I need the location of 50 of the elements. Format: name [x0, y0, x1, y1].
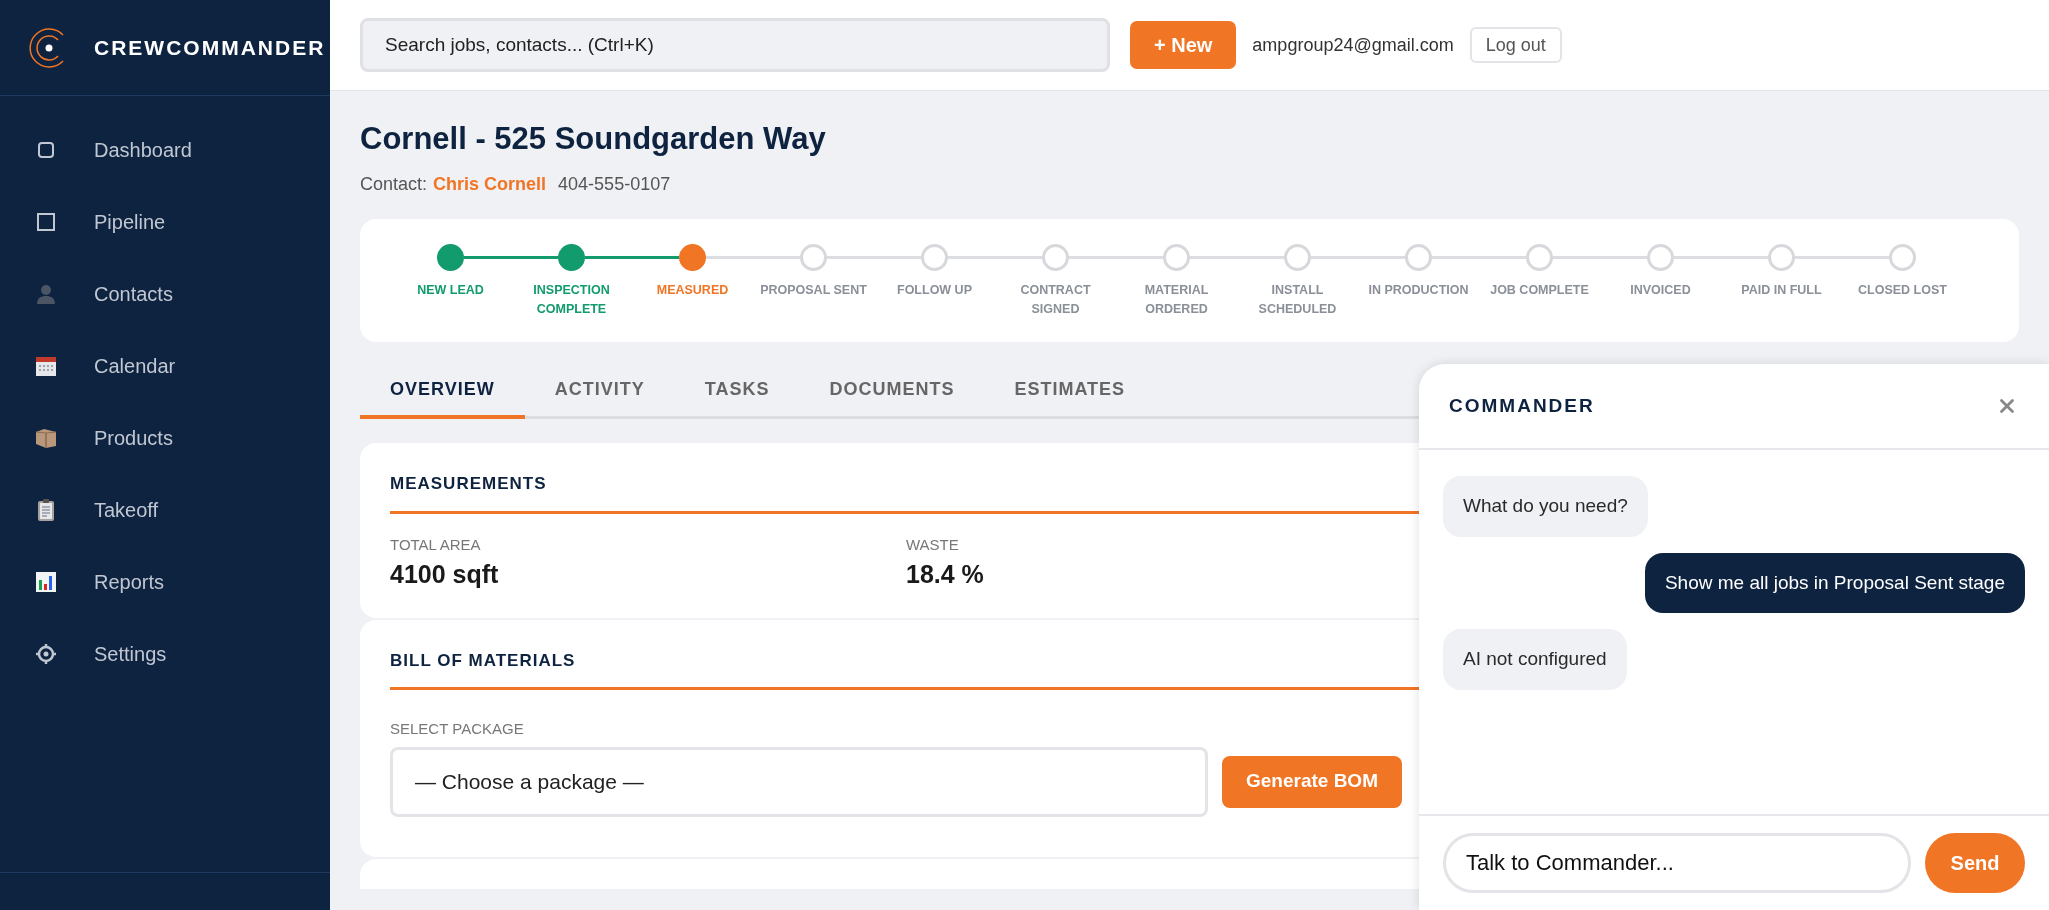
sidebar-item[interactable]: Pipeline	[0, 186, 330, 258]
tab[interactable]: DOCUMENTS	[799, 364, 985, 419]
sidebar-item[interactable]: Calendar	[0, 330, 330, 402]
sidebar-item[interactable]: Takeoff	[0, 474, 330, 546]
bot-message: AI not configured	[1443, 629, 1627, 690]
chat-title: COMMANDER	[1449, 393, 1595, 418]
sidebar-item[interactable]: Contacts	[0, 258, 330, 330]
chat-input[interactable]: Talk to Commander...	[1443, 833, 1911, 893]
field-label: TOTAL AREA	[390, 534, 481, 555]
search-field[interactable]: Search jobs, contacts... (Ctrl+K)	[360, 18, 1110, 72]
tab[interactable]: ACTIVITY	[524, 364, 675, 419]
sidebar-item[interactable]: Products	[0, 402, 330, 474]
stage-label: INSTALL SCHEDULED	[1257, 282, 1338, 318]
field-label: WASTE	[906, 534, 959, 555]
bot-message: What do you need?	[1443, 476, 1648, 537]
stage-label: INVOICED	[1629, 282, 1692, 299]
tab[interactable]: TASKS	[674, 364, 800, 419]
brand-name: CREWCOMMANDER	[94, 34, 326, 61]
stage-label: FOLLOW UP	[896, 282, 973, 299]
stage-label: MEASURED	[655, 282, 730, 299]
sidebar-item[interactable]: Reports	[0, 546, 330, 618]
stage-label: MATERIAL ORDERED	[1143, 282, 1210, 318]
select-label: SELECT PACKAGE	[390, 719, 525, 739]
package-select[interactable]: — Choose a package —	[390, 746, 1208, 817]
job-title: Cornell - 525 Soundgarden Way	[360, 120, 827, 158]
square-icon	[34, 210, 58, 234]
stage-label: CLOSED LOST	[1857, 282, 1948, 299]
sidebar-item[interactable]: Dashboard	[0, 114, 330, 186]
person-icon	[34, 282, 58, 306]
field-value: 18.4 %	[906, 559, 984, 590]
calendar-icon	[34, 354, 58, 378]
user-message: Show me all jobs in Proposal Sent stage	[1644, 552, 2025, 613]
user-email: ampgroup24@gmail.com	[1252, 33, 1454, 57]
stage-label: IN PRODUCTION	[1367, 282, 1470, 299]
contact-label: Contact:	[360, 173, 428, 196]
stage-label: PAID IN FULL	[1740, 282, 1823, 299]
box-icon	[34, 426, 58, 450]
stage-label: INSPECTION COMPLETE	[532, 282, 611, 318]
bar-chart-icon	[34, 570, 58, 594]
settings-icon	[34, 642, 58, 666]
tab[interactable]: ESTIMATES	[984, 364, 1156, 419]
stage-label: CONTRACT SIGNED	[1019, 282, 1092, 318]
logout-button[interactable]: Log out	[1469, 27, 1562, 63]
field-value: 4100 sqft	[390, 559, 499, 590]
stage-label: JOB COMPLETE	[1489, 282, 1590, 299]
stage-label: PROPOSAL SENT	[759, 282, 868, 299]
contact-phone: 404-555-0107	[558, 173, 671, 196]
stage-label: NEW LEAD	[416, 282, 485, 299]
tab[interactable]: OVERVIEW	[360, 364, 525, 419]
sidebar-item[interactable]: Settings	[0, 618, 330, 690]
